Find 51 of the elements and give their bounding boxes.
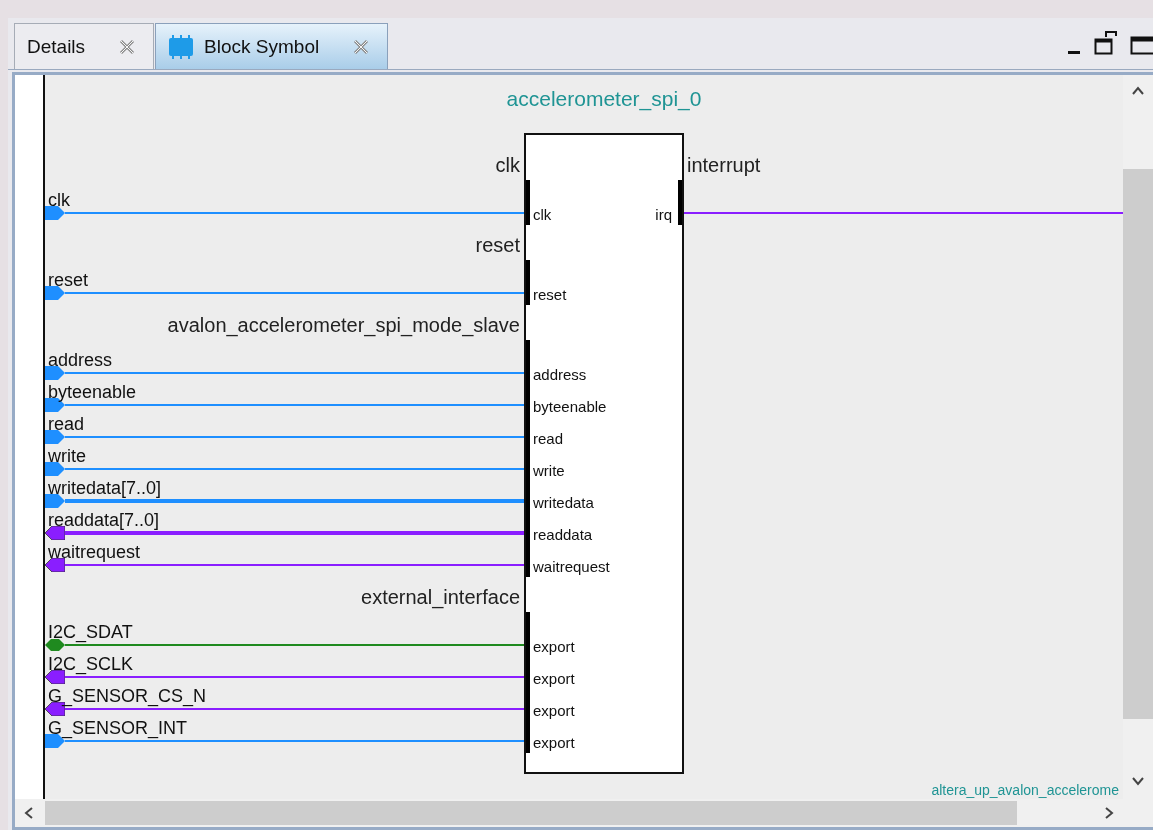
interface-name: interrupt [687,155,761,175]
port-name: writedata [533,495,594,510]
tab[interactable]: Details [14,23,155,69]
port-bar [678,180,682,225]
signal-name: reset [48,271,89,289]
signal-name: G_SENSOR_CS_N [48,687,207,705]
port-name: write [533,463,565,478]
port-name: waitrequest [533,559,610,574]
port-bar [526,260,530,305]
signal-name: read [48,415,85,433]
signal-name: I2C_SCLK [48,655,134,673]
restore-icon[interactable] [1094,31,1118,55]
interface-name: reset [475,235,520,255]
chip-icon [168,34,195,59]
port-name: export [533,735,575,750]
input-connector-icon [45,462,65,476]
scrollbar-thumb[interactable] [45,801,1017,825]
signal-name: I2C_SDAT [48,623,133,641]
port-name: export [533,703,575,718]
signal-name: G_SENSOR_INT [48,719,188,737]
port-name: reset [533,287,567,302]
port-name: export [533,671,575,686]
port-name: readdata [533,527,593,542]
interface-name: clk [495,155,520,175]
input-connector-icon [45,286,65,300]
signal-name: write [48,447,86,465]
port-name: address [533,367,587,382]
port-bar [526,180,530,225]
signal-name: waitrequest [48,543,141,561]
close-icon[interactable] [119,38,136,55]
port-name: irq [655,207,672,222]
tab[interactable]: Block Symbol [155,23,389,69]
close-icon[interactable] [353,38,370,55]
input-connector-icon [45,430,65,444]
port-name: read [533,431,564,446]
signal-name: address [48,351,113,369]
signal-name: writedata[7..0] [48,479,162,497]
port-name: clk [533,207,552,222]
interface-name: external_interface [361,587,520,607]
signal-name: clk [48,191,70,209]
input-connector-icon [45,366,65,380]
component-type: altera_up_avalon_accelerome [931,783,1119,797]
port-name: byteenable [533,399,607,414]
signal-name: readdata[7..0] [48,511,160,529]
interface-name: avalon_accelerometer_spi_mode_slave [167,315,520,335]
signal-name: byteenable [48,383,137,401]
port-name: export [533,639,575,654]
scrollbar-thumb[interactable] [1123,169,1153,719]
component-title: accelerometer_spi_0 [506,88,702,109]
maximize-icon[interactable] [1130,35,1153,55]
input-connector-icon [45,206,65,220]
